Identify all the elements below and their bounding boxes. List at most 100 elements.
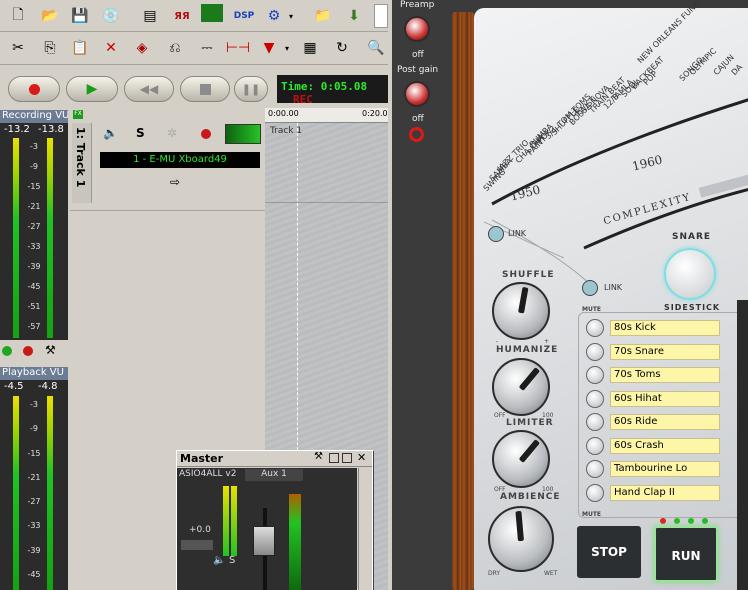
track-input[interactable]: 1 - E-MU Xboard49 (100, 152, 260, 168)
mute-button[interactable] (586, 436, 604, 455)
mute-button[interactable] (586, 389, 604, 408)
track-meter (225, 124, 261, 144)
limiter-pointer (518, 439, 541, 463)
speaker-icon[interactable]: 🔈 (103, 126, 118, 140)
new-icon[interactable]: 🗋 (6, 4, 30, 28)
pianoroll-icon[interactable]: ЯЯ (170, 4, 194, 28)
instrument-name[interactable]: 70s Snare (610, 343, 720, 360)
marker-icon[interactable]: ▼ (257, 36, 281, 60)
pause-button[interactable]: ❚❚ (234, 76, 268, 102)
stop-button-plugin[interactable]: STOP (577, 526, 641, 578)
record-button[interactable] (8, 76, 60, 102)
paste-icon[interactable]: 📋 (68, 36, 92, 60)
snap-icon[interactable]: ⎓ (195, 36, 219, 60)
open-icon[interactable]: 📂 (38, 4, 62, 28)
zoom-icon[interactable]: 🔍 (364, 36, 388, 60)
humanize-knob[interactable] (492, 358, 550, 416)
solo-icon[interactable]: S (136, 126, 145, 140)
run-button[interactable]: RUN (654, 526, 718, 582)
range-icon[interactable]: ⊢⊣ (226, 36, 250, 60)
rec-indicator: REC (293, 93, 313, 106)
master-mute-icon[interactable]: 🔈 (213, 555, 225, 566)
master-solo-icon[interactable]: S (229, 555, 235, 566)
link-icon[interactable]: ⎌ (163, 36, 187, 60)
recording-vu-title: Recording VU (0, 110, 68, 123)
instrument-name[interactable]: 60s Ride (610, 414, 720, 430)
led-red (660, 518, 666, 524)
preamp-knob[interactable] (404, 16, 430, 42)
folder-icon[interactable]: 📁 (311, 4, 335, 28)
instrument-name[interactable]: 70s Toms (610, 367, 720, 383)
ambience-dry: DRY (488, 570, 501, 577)
instrument-name[interactable]: Tambourine Lo (610, 461, 720, 477)
instrument-name[interactable]: 60s Crash (610, 437, 720, 454)
track-number-strip[interactable]: 1: Track 1 (72, 123, 92, 203)
cut-icon[interactable]: ✂ (6, 36, 30, 60)
instrument-name[interactable]: 80s Kick (610, 320, 720, 336)
arrow-right-icon[interactable]: ⇨ (170, 175, 180, 189)
shuffle-pointer (518, 286, 529, 314)
master-min-icon[interactable] (342, 453, 352, 463)
rec-dot-icon[interactable] (23, 346, 33, 356)
cd-icon[interactable]: 💿 (99, 4, 123, 28)
recording-peak-left: -13.2 (4, 124, 30, 135)
marker-dropdown-icon[interactable]: ▾ (281, 36, 293, 60)
delete-icon[interactable]: ✕ (99, 36, 123, 60)
bypass-icon[interactable] (409, 127, 424, 142)
hammer-icon[interactable]: ⚒ (45, 343, 56, 357)
track-fx-badge[interactable]: FX (73, 110, 83, 119)
arm-icon[interactable] (2, 346, 12, 356)
mute-button[interactable] (586, 460, 604, 478)
master-fader[interactable] (253, 526, 275, 556)
loop-icon[interactable]: ↻ (330, 36, 354, 60)
record-arm-icon[interactable] (201, 129, 211, 139)
fx-dropdown-icon[interactable]: ▾ (284, 4, 298, 28)
save-icon[interactable]: 💾 (68, 4, 92, 28)
track-view-icon[interactable]: ▤ (138, 4, 162, 28)
fx-star-icon[interactable]: ✲ (167, 126, 177, 140)
dsp-icon[interactable]: DSP (232, 4, 256, 28)
select-icon[interactable]: ◈ (130, 36, 154, 60)
vu-scale-label: -39 (27, 545, 41, 555)
record-icon (28, 83, 40, 95)
play-button[interactable]: ▶ (66, 76, 118, 102)
shuffle-max: + (544, 338, 550, 345)
time-readout: Time: 0:05.08 (281, 80, 368, 93)
grid-icon[interactable]: ▦ (298, 36, 322, 60)
track-header: FX 1: Track 1 🔈 S ✲ 1 - E-MU Xboard49 ⇨ (70, 110, 265, 211)
stop-button[interactable] (180, 76, 230, 102)
shuffle-knob[interactable] (492, 282, 550, 340)
link-label-2: LINK (604, 283, 623, 292)
link-led-2[interactable] (582, 280, 598, 296)
instrument-name[interactable]: 60s Hihat (610, 390, 720, 407)
mute-button[interactable] (586, 413, 604, 431)
link-led-1[interactable] (488, 226, 504, 242)
master-close-icon[interactable]: ✕ (357, 451, 366, 464)
copy-icon[interactable]: ⎘ (38, 36, 62, 60)
limiter-knob[interactable] (492, 430, 550, 488)
mute-button[interactable] (586, 342, 604, 361)
recording-scale: -3 -9 -15 -21 -27 -33 -39 -45 -51 -57 (0, 138, 68, 338)
page-icon[interactable] (374, 4, 388, 28)
master-driver[interactable]: ASIO4ALL v2 (179, 469, 236, 479)
led-green-3 (702, 518, 708, 524)
postgain-label: Post gain (397, 65, 439, 75)
mute-button[interactable] (586, 366, 604, 384)
playback-peak-right: -4.8 (38, 381, 58, 392)
postgain-knob[interactable] (404, 81, 430, 107)
master-aux[interactable]: Aux 1 (245, 469, 303, 481)
instrument-name[interactable]: Hand Clap II (610, 484, 720, 501)
master-pin-icon[interactable]: ⚒ (314, 451, 323, 462)
export-icon[interactable]: ⬇ (342, 4, 366, 28)
master-restore-icon[interactable] (329, 453, 339, 463)
snare-button[interactable] (664, 248, 716, 300)
mute-button[interactable] (586, 319, 604, 337)
mute-button[interactable] (586, 483, 604, 502)
master-pan[interactable] (181, 540, 213, 550)
waveform-icon[interactable] (201, 4, 223, 22)
preamp-state: off (412, 50, 424, 60)
fx-icon[interactable]: ⚙ (262, 4, 286, 28)
master-scrollbar[interactable] (358, 468, 372, 590)
rewind-button[interactable]: ◀◀ (124, 76, 174, 102)
ambience-knob[interactable] (488, 506, 554, 572)
